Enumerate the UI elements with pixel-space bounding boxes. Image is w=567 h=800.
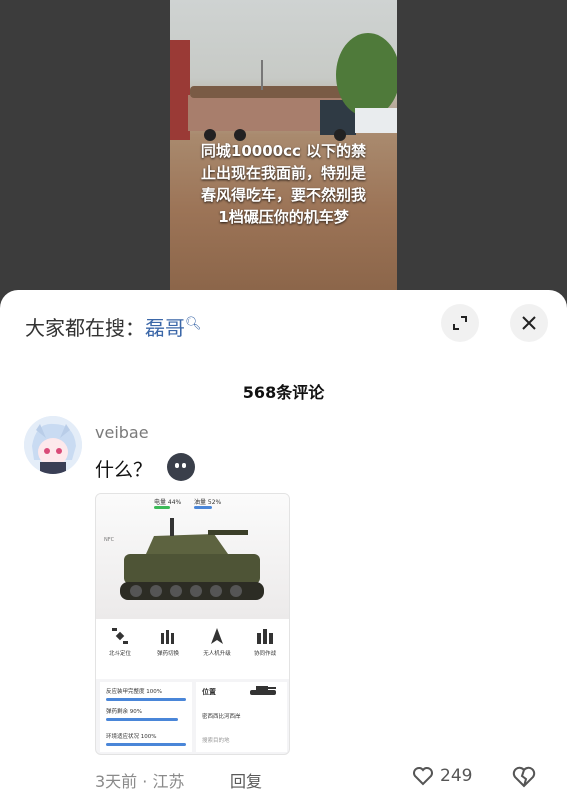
like-count: 249	[440, 766, 473, 786]
stat-environment-bar	[106, 743, 186, 746]
destination-search[interactable]: 搜索目的地	[202, 736, 230, 744]
feature-grid: 北斗定位 弹药切换 无人机升级 协同作战	[96, 619, 289, 679]
like-button[interactable]: 249	[412, 766, 472, 786]
caption-line: 1档碾压你的机车梦	[218, 208, 349, 226]
tank-hero: 电量 44% 油量 52% NFC	[96, 494, 289, 619]
team-icon	[257, 629, 273, 644]
feature-item[interactable]: 协同作战	[241, 627, 289, 657]
reply-button[interactable]: 回复	[230, 768, 262, 792]
status-card: 反应装甲完整度 100% 弹药剩余 90% 环境适应状况 100%	[100, 682, 192, 752]
comment-image[interactable]: 电量 44% 油量 52% NFC 北斗定位 弹药切换 无人机升级 协同作战 反…	[95, 493, 290, 755]
satellite-icon	[112, 628, 128, 644]
black-ball-face-emoji	[167, 453, 195, 481]
comments-sheet: 大家都在搜：磊哥🔍︎ 568条评论 veibae 什么？ 电量 44% 油量 5…	[0, 290, 567, 800]
video-caption: 同城10000cc 以下的禁 止出现在我面前，特别是 春风得吃车，要不然别我 1…	[170, 140, 397, 228]
expand-button[interactable]	[441, 304, 479, 342]
location-place: 密西西比河西岸	[202, 714, 241, 720]
trending-search[interactable]: 大家都在搜：磊哥🔍︎	[25, 312, 202, 341]
stat-armor: 反应装甲完整度 100%	[106, 689, 162, 695]
tank-icon	[120, 518, 264, 600]
location-title: 位置	[202, 688, 216, 696]
close-icon	[522, 316, 536, 330]
expand-icon	[453, 316, 467, 330]
video-background: 同城10000cc 以下的禁 止出现在我面前，特别是 春风得吃车，要不然别我 1…	[0, 0, 567, 300]
comment-count: 568条评论	[242, 383, 325, 402]
comment-text: 什么？	[95, 459, 153, 481]
comment-meta: 3天前 · 江苏	[95, 772, 185, 791]
mini-tank-icon	[250, 686, 276, 695]
feature-item[interactable]: 无人机升级	[193, 627, 241, 657]
close-button[interactable]	[510, 304, 548, 342]
username[interactable]: veibae	[95, 423, 149, 442]
heart-icon	[413, 767, 433, 786]
location-card: 位置 密西西比河西岸 搜索目的地	[196, 682, 287, 752]
feature-item[interactable]: 北斗定位	[96, 627, 144, 657]
video-frame[interactable]: 同城10000cc 以下的禁 止出现在我面前，特别是 春风得吃车，要不然别我 1…	[170, 0, 397, 300]
stat-ammo: 弹药剩余 90%	[106, 709, 142, 715]
trending-search-prefix: 大家都在搜：	[25, 316, 145, 340]
ammo-icon	[161, 630, 174, 644]
trending-search-keyword[interactable]: 磊哥	[145, 316, 185, 340]
search-icon: 🔍︎	[185, 316, 202, 332]
feature-item[interactable]: 弹药切换	[144, 627, 192, 657]
drone-icon	[211, 628, 223, 644]
stat-armor-bar	[106, 698, 186, 701]
dislike-button[interactable]	[512, 766, 536, 792]
stat-ammo-bar	[106, 718, 178, 721]
broken-heart-icon	[512, 766, 536, 788]
caption-line: 同城10000cc 以下的禁	[200, 142, 367, 160]
caption-line: 止出现在我面前，特别是	[200, 164, 366, 182]
avatar[interactable]	[24, 416, 82, 474]
caption-line: 春风得吃车，要不然别我	[200, 186, 366, 204]
stat-environment: 环境适应状况 100%	[106, 734, 157, 740]
